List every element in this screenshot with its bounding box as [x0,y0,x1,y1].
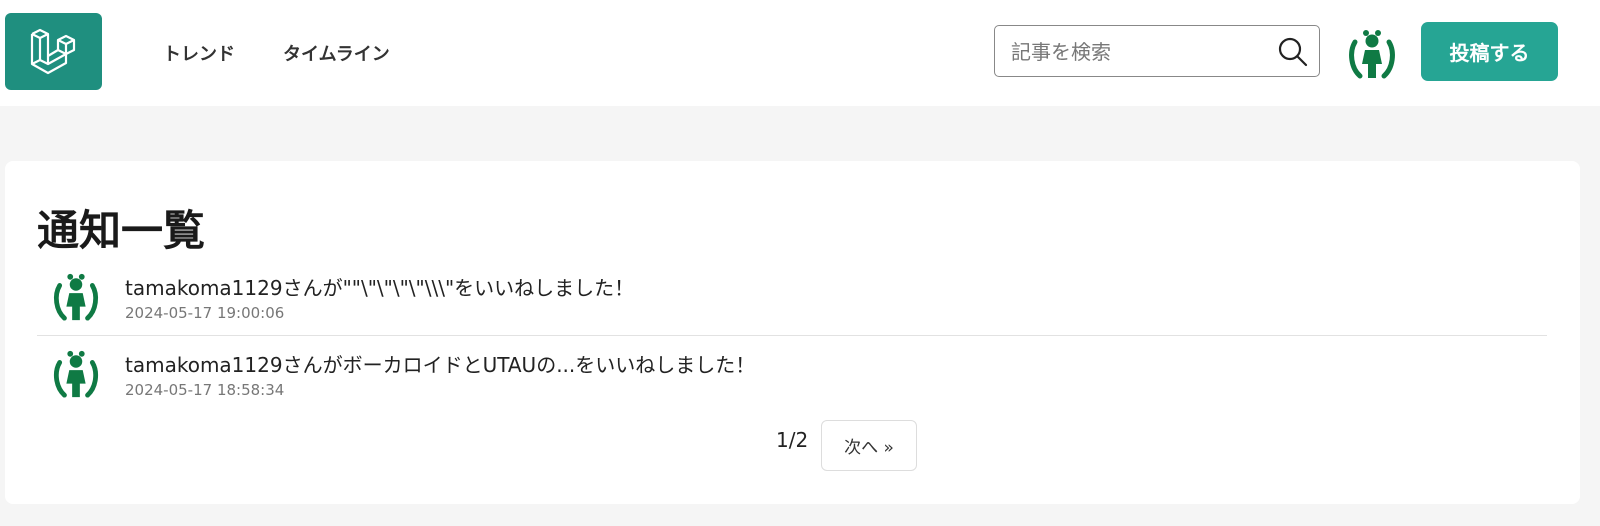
notification-item[interactable]: tamakoma1129さんがボーカロイドとUTAUの...をいいねしました！ … [37,337,1547,413]
next-page-button[interactable]: 次へ » [821,420,917,471]
page-title: 通知一覧 [37,206,206,255]
nav-timeline-link[interactable]: タイムライン [283,40,390,66]
user-avatar-icon [51,349,101,399]
notification-message[interactable]: tamakoma1129さんが""\"\"\"\"\\\"をいいねしました！ [125,272,634,301]
nav-trend-link[interactable]: トレンド [163,40,235,66]
user-avatar-icon [51,272,101,322]
page-indicator: 1/2 [776,428,809,452]
user-avatar-icon[interactable] [1346,28,1398,80]
notification-timestamp: 2024-05-17 18:58:34 [125,381,285,399]
search-box [994,25,1320,77]
notification-message[interactable]: tamakoma1129さんがボーカロイドとUTAUの...をいいねしました！ [125,349,755,378]
home-logo-link[interactable] [5,13,102,90]
notification-item[interactable]: tamakoma1129さんが""\"\"\"\"\\\"をいいねしました！ 2… [37,260,1547,336]
post-button[interactable]: 投稿する [1421,22,1558,81]
search-input[interactable] [1009,36,1273,68]
top-navbar: トレンド タイムライン 投稿する [0,0,1600,106]
search-icon[interactable] [1277,36,1309,68]
notification-timestamp: 2024-05-17 19:00:06 [125,304,285,322]
laravel-logo-icon [30,28,75,74]
notifications-card: 通知一覧 tamakoma1129さんが""\"\"\"\"\\\"をいいねしま… [5,161,1580,504]
